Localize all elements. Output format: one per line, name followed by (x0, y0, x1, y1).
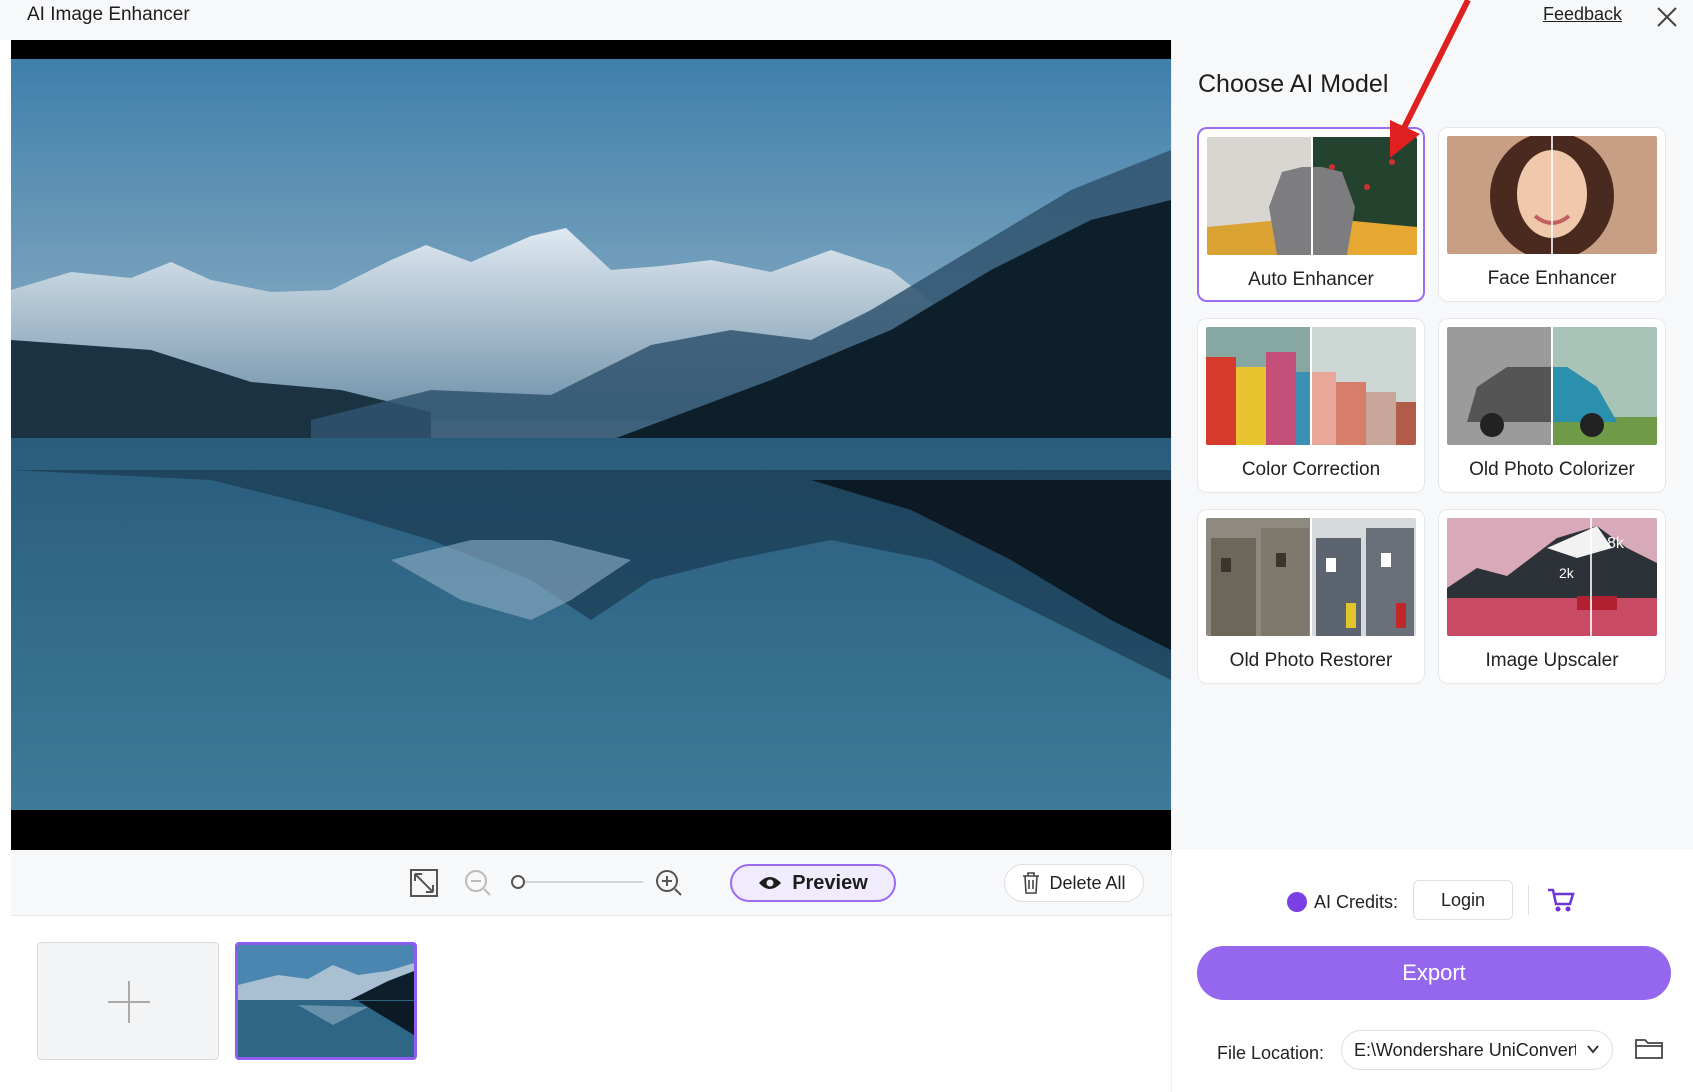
fit-screen-button[interactable] (409, 868, 439, 903)
model-card-image-upscaler[interactable]: 8k 2k Image Upscaler (1438, 509, 1666, 684)
model-card-old-photo-colorizer[interactable]: Old Photo Colorizer (1438, 318, 1666, 493)
zoom-slider-knob[interactable] (511, 875, 525, 889)
main-image (11, 40, 1171, 850)
browse-folder-button[interactable] (1634, 1036, 1664, 1065)
choose-model-title: Choose AI Model (1198, 70, 1389, 98)
thumbnail-strip (11, 916, 1171, 1092)
zoom-in-icon (656, 870, 682, 896)
cart-icon (1548, 888, 1575, 912)
auto-enhancer-preview (1207, 137, 1417, 255)
old-photo-colorizer-preview (1447, 327, 1657, 445)
app-title: AI Image Enhancer (27, 4, 190, 25)
image-thumbnail[interactable] (235, 942, 417, 1060)
export-panel: AI Credits: Login Export File Location: … (1171, 850, 1693, 1092)
color-correction-preview (1206, 327, 1416, 445)
model-label: Color Correction (1241, 459, 1381, 480)
chevron-down-icon (1587, 1045, 1599, 1054)
close-icon (1657, 7, 1677, 27)
title-bar: AI Image Enhancer Feedback (0, 0, 1693, 40)
eye-icon (759, 877, 782, 889)
file-location-value: E:\Wondershare UniConverter (1354, 1040, 1576, 1060)
model-card-auto-enhancer[interactable]: Auto Enhancer (1197, 127, 1425, 302)
fit-screen-icon (410, 869, 438, 897)
badge-2k: 2k (1559, 565, 1575, 581)
model-card-old-photo-restorer[interactable]: Old Photo Restorer (1197, 509, 1425, 684)
cart-button[interactable] (1547, 887, 1575, 918)
close-button[interactable] (1652, 2, 1682, 32)
model-label: Image Upscaler (1485, 650, 1619, 671)
old-photo-restorer-preview (1206, 518, 1416, 636)
add-image-button[interactable] (37, 942, 219, 1060)
zoom-in-button[interactable] (654, 868, 684, 903)
trash-icon (1023, 872, 1040, 894)
model-label: Face Enhancer (1487, 268, 1617, 289)
file-location-select[interactable]: E:\Wondershare UniConverter (1341, 1030, 1613, 1070)
ai-credits-label: AI Credits: (1314, 892, 1399, 912)
image-viewer (11, 40, 1171, 850)
divider (1528, 885, 1529, 915)
model-label: Auto Enhancer (1248, 269, 1374, 290)
preview-button[interactable]: Preview (730, 864, 896, 902)
zoom-slider-track[interactable] (523, 881, 643, 883)
zoom-out-button[interactable] (463, 868, 493, 903)
badge-8k: 8k (1607, 535, 1625, 552)
model-label: Old Photo Restorer (1229, 650, 1393, 671)
credits-icon (1287, 892, 1307, 912)
model-card-color-correction[interactable]: Color Correction (1197, 318, 1425, 493)
image-upscaler-preview: 8k 2k (1447, 518, 1657, 636)
plus-icon (108, 981, 150, 1023)
file-location-label: File Location: (1217, 1043, 1325, 1063)
model-card-face-enhancer[interactable]: Face Enhancer (1438, 127, 1666, 302)
zoom-out-icon (465, 870, 491, 896)
delete-all-label: Delete All (1049, 872, 1126, 893)
model-panel: Choose AI Model Auto Enhancer Face Enhan… (1171, 40, 1693, 850)
feedback-link[interactable]: Feedback (1543, 4, 1622, 25)
login-button[interactable]: Login (1413, 880, 1513, 920)
thumbnail-image (238, 945, 414, 1057)
face-enhancer-preview (1447, 136, 1657, 254)
model-label: Old Photo Colorizer (1469, 459, 1635, 480)
export-button[interactable]: Export (1197, 946, 1671, 1000)
folder-icon (1635, 1039, 1663, 1059)
preview-label: Preview (792, 871, 868, 894)
delete-all-button[interactable]: Delete All (1004, 864, 1144, 902)
viewer-toolbar: Preview Delete All (11, 850, 1171, 916)
